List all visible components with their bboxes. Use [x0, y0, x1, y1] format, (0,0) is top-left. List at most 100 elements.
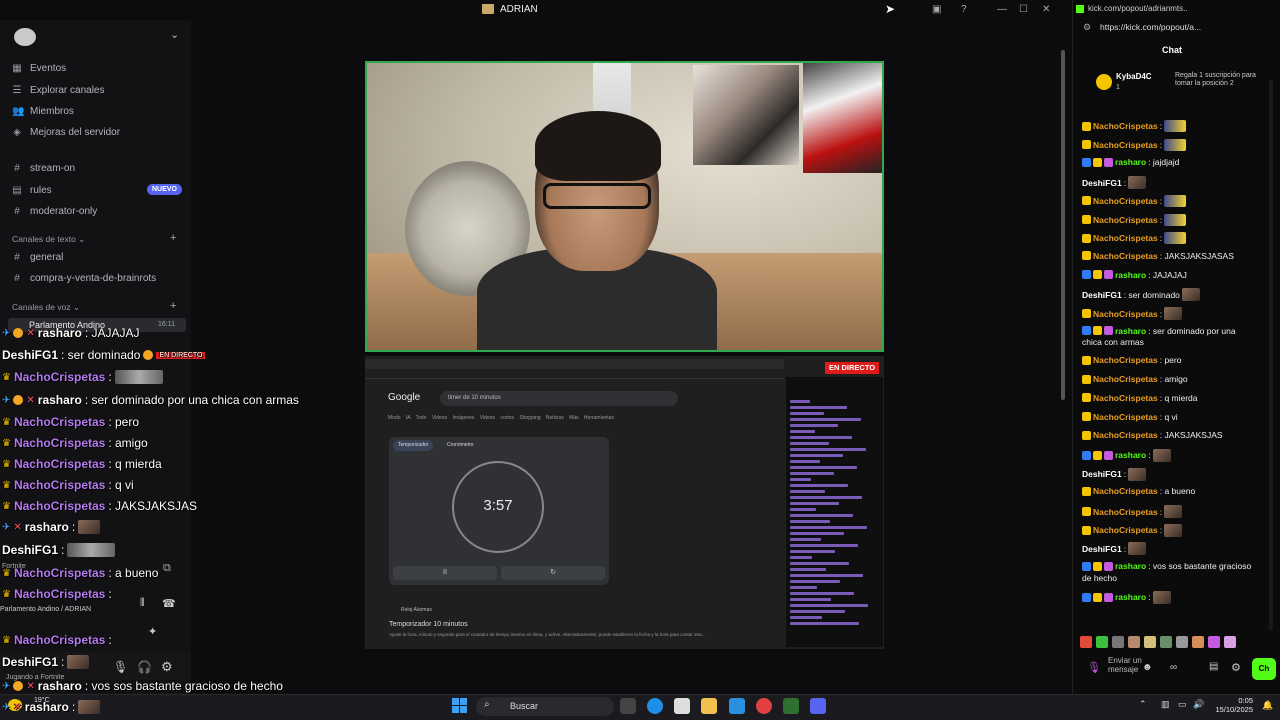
mini-chat-line [790, 538, 821, 541]
chat-username[interactable]: NachoCrispetas [1093, 486, 1158, 496]
chat-send-button[interactable]: Ch [1252, 658, 1276, 680]
notification-icon[interactable]: 🔔 [1262, 700, 1273, 711]
server-avatar[interactable] [14, 28, 36, 46]
channel-moderator-only[interactable]: # moderator-only [12, 202, 187, 220]
chat-username[interactable]: rasharo [1115, 326, 1146, 336]
main-scrollbar[interactable] [1057, 20, 1069, 694]
chat-username[interactable]: DeshiFG1 [1082, 290, 1122, 300]
settings-gear-icon[interactable]: ⚙ [1231, 661, 1241, 674]
chevron-down-icon[interactable]: ⌄ [170, 28, 179, 41]
kick-app-icon[interactable] [783, 698, 799, 714]
maximize-icon[interactable]: ☐ [1019, 4, 1028, 15]
network-icon[interactable]: ▭ [1178, 699, 1187, 710]
chat-username[interactable]: NachoCrispetas [1093, 355, 1158, 365]
taskbar-search[interactable]: Buscar [476, 697, 614, 716]
add-channel-icon[interactable]: + [170, 300, 176, 312]
tray-app-icon[interactable]: ▥ [1161, 699, 1170, 710]
mini-chat-line [790, 526, 867, 529]
crown-badge-icon [1082, 430, 1091, 440]
store-icon[interactable] [674, 698, 690, 714]
chat-text: : [1159, 308, 1163, 319]
google-tabs: Modo IA Todo Videos Imágenes Videos cort… [388, 415, 614, 421]
emoji-icon[interactable]: ☻ [1142, 662, 1153, 673]
chat-username[interactable]: NachoCrispetas [1093, 121, 1158, 131]
chat-username[interactable]: NachoCrispetas [1093, 412, 1158, 422]
chat-username[interactable]: NachoCrispetas [1093, 507, 1158, 517]
chat-message-continued: chica con armas [1082, 337, 1144, 348]
crown-badge-icon [1093, 270, 1102, 280]
chat-scrollbar[interactable] [1269, 80, 1273, 630]
channel-general[interactable]: # general [12, 248, 187, 266]
channel-stream-on[interactable]: # stream-on [12, 159, 187, 177]
chat-title: Chat [1162, 45, 1182, 55]
chat-username[interactable]: DeshiFG1 [1082, 469, 1122, 479]
explorer-icon[interactable] [701, 698, 717, 714]
chat-username[interactable]: NachoCrispetas [1093, 215, 1158, 225]
chat-username[interactable]: NachoCrispetas [1093, 196, 1158, 206]
mic-icon[interactable]: 🎙 [113, 660, 128, 674]
chat-username[interactable]: NachoCrispetas [1093, 430, 1158, 440]
users-icon[interactable]: ∞ [1170, 662, 1177, 673]
headphones-icon[interactable]: 🎧 [137, 660, 152, 674]
glasses [543, 183, 651, 209]
screen-share-icon[interactable]: ⧉ [163, 562, 171, 575]
close-icon[interactable]: ✕ [1042, 4, 1050, 15]
sidebar-item-explorar[interactable]: ☰ Explorar canales [12, 81, 187, 99]
chat-username[interactable]: NachoCrispetas [1093, 251, 1158, 261]
sidebar-item-miembros[interactable]: 👥 Miembros [12, 102, 187, 120]
volume-icon[interactable]: 🔊 [1193, 699, 1204, 710]
chat-username[interactable]: NachoCrispetas [1093, 233, 1158, 243]
discord-icon[interactable] [810, 698, 826, 714]
obs-icon[interactable] [756, 698, 772, 714]
task-view-icon[interactable] [620, 698, 636, 714]
category-voice[interactable]: Canales de voz ⌄ [12, 302, 80, 313]
settings-gear-icon[interactable]: ⚙ [161, 659, 173, 675]
chat-text: : [1159, 233, 1163, 244]
chat-username[interactable]: NachoCrispetas [1093, 309, 1158, 319]
site-info-icon[interactable]: ⚙ [1083, 22, 1091, 33]
category-text[interactable]: Canales de texto ⌄ [12, 234, 85, 245]
windows-start-icon[interactable] [452, 698, 467, 713]
mic-icon[interactable]: 🎙 [1087, 661, 1101, 674]
chat-username[interactable]: NachoCrispetas [1093, 374, 1158, 384]
activity-icon[interactable]: ✦ [148, 625, 157, 638]
chat-message-continued: de hecho [1082, 572, 1117, 583]
add-channel-icon[interactable]: + [170, 232, 176, 244]
chat-text: : JAKSJAKSJAS [1159, 430, 1223, 441]
chat-text: : q vi [1159, 411, 1178, 422]
sidebar-item-eventos[interactable]: ▦ Eventos [12, 59, 187, 77]
sidebar-item-mejoras[interactable]: ◈ Mejoras del servidor [12, 123, 187, 141]
chat-username[interactable]: rasharo [1115, 157, 1146, 167]
chat-username[interactable]: rasharo [1115, 592, 1146, 602]
crown-badge-icon [1082, 374, 1091, 384]
channel-compra-venta[interactable]: # compra-y-venta-de-brainrots [12, 269, 187, 287]
help-icon[interactable]: ? [961, 4, 967, 15]
emote-image [1152, 590, 1171, 604]
chat-username[interactable]: NachoCrispetas [1093, 140, 1158, 150]
activity-voice: Parlamento Andino / ADRIAN [0, 606, 92, 613]
browser-address [365, 370, 784, 379]
chat-username[interactable]: rasharo [1115, 270, 1146, 280]
chat-username[interactable]: rasharo [1115, 450, 1146, 460]
chat-username[interactable]: DeshiFG1 [1082, 178, 1122, 188]
google-logo: Google [388, 392, 421, 403]
search-icon: ⌕ [484, 699, 490, 710]
chat-username[interactable]: NachoCrispetas [1093, 393, 1158, 403]
edge-icon[interactable] [647, 698, 663, 714]
disconnect-icon[interactable]: ☎ [162, 597, 176, 610]
chat-username[interactable]: rasharo [1115, 561, 1146, 571]
minimize-icon[interactable]: — [997, 4, 1007, 15]
taskbar-clock[interactable]: 0:05 15/10/2025 [1213, 696, 1253, 715]
crown-badge-icon [1093, 561, 1102, 571]
tray-chevron-icon[interactable]: ⌃ [1139, 699, 1147, 710]
pause-button: II [393, 566, 497, 580]
overlay-msg: ✈ ✕ rasharo: ser dominado por una chica co… [2, 393, 299, 407]
chat-username[interactable]: DeshiFG1 [1082, 544, 1122, 554]
kick-url[interactable]: https://kick.com/popout/a... [1100, 22, 1268, 32]
chat-message: rasharo: jajdjajd [1082, 157, 1179, 167]
gift-icon[interactable]: ▤ [1209, 661, 1218, 672]
app-icon[interactable] [729, 698, 745, 714]
soundboard-icon[interactable]: ⫴ [140, 597, 145, 610]
inbox-icon[interactable]: ▣ [932, 4, 941, 15]
chat-username[interactable]: NachoCrispetas [1093, 525, 1158, 535]
